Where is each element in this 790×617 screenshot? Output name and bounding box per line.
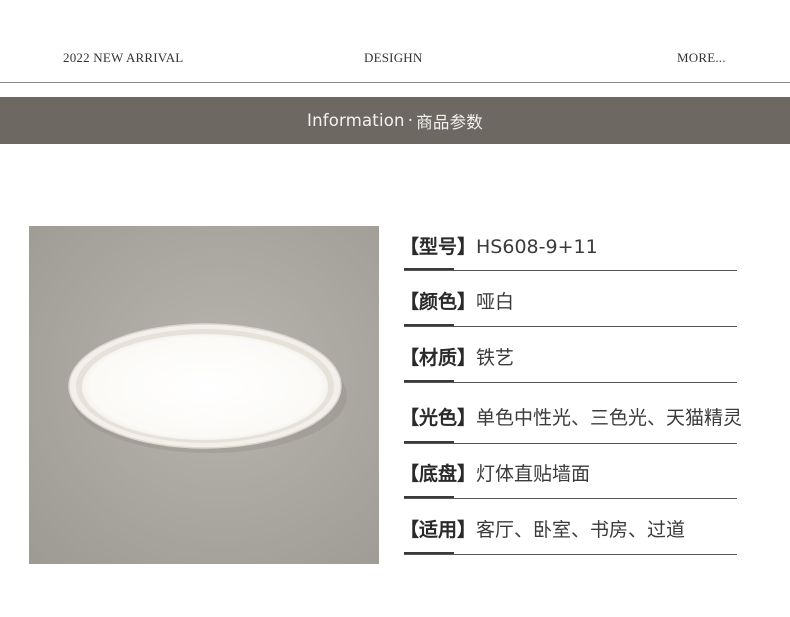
spec-value: 哑白 bbox=[476, 291, 515, 313]
spec-value: 客厅、卧室、书房、过道 bbox=[476, 519, 686, 541]
spec-key: 【底盘】 bbox=[400, 463, 477, 485]
spec-row-usage: 【适用】客厅、卧室、书房、过道 bbox=[400, 509, 745, 565]
banner-title-en: Information bbox=[307, 111, 405, 130]
spec-key: 【型号】 bbox=[400, 236, 477, 258]
ceiling-lamp-image bbox=[29, 226, 379, 564]
info-banner: Information · 商品参数 bbox=[0, 97, 790, 144]
banner-title-cn: 商品参数 bbox=[416, 112, 483, 132]
spec-row-color: 【颜色】哑白 bbox=[400, 281, 745, 337]
spec-value: 灯体直贴墙面 bbox=[476, 463, 591, 485]
spec-row-base: 【底盘】灯体直贴墙面 bbox=[400, 453, 745, 509]
spec-divider bbox=[404, 443, 737, 444]
product-photo bbox=[29, 226, 379, 564]
spec-key: 【颜色】 bbox=[400, 291, 477, 313]
spec-row-model: 【型号】HS608-9+11 bbox=[400, 226, 745, 282]
nav-divider bbox=[0, 82, 790, 83]
spec-row-light-color: 【光色】单色中性光、三色光、天猫精灵 bbox=[400, 397, 745, 453]
banner-separator: · bbox=[407, 111, 414, 130]
top-navigation: 2022 NEW ARRIVAL DESIGHN MORE... bbox=[0, 0, 790, 82]
nav-more-link[interactable]: MORE... bbox=[677, 50, 726, 66]
spec-row-material: 【材质】铁艺 bbox=[400, 337, 745, 393]
nav-new-arrival-link[interactable]: 2022 NEW ARRIVAL bbox=[63, 50, 183, 66]
spec-value: HS608-9+11 bbox=[476, 236, 598, 258]
nav-design-link[interactable]: DESIGHN bbox=[364, 50, 422, 66]
spec-divider bbox=[404, 554, 737, 555]
spec-divider bbox=[404, 270, 737, 271]
spec-divider bbox=[404, 326, 737, 327]
spec-value: 铁艺 bbox=[476, 347, 515, 369]
spec-value: 单色中性光、三色光、天猫精灵 bbox=[476, 407, 743, 429]
spec-key: 【光色】 bbox=[400, 407, 477, 429]
spec-key: 【材质】 bbox=[400, 347, 477, 369]
spec-divider bbox=[404, 498, 737, 499]
spec-divider bbox=[404, 382, 737, 383]
spec-key: 【适用】 bbox=[400, 519, 477, 541]
